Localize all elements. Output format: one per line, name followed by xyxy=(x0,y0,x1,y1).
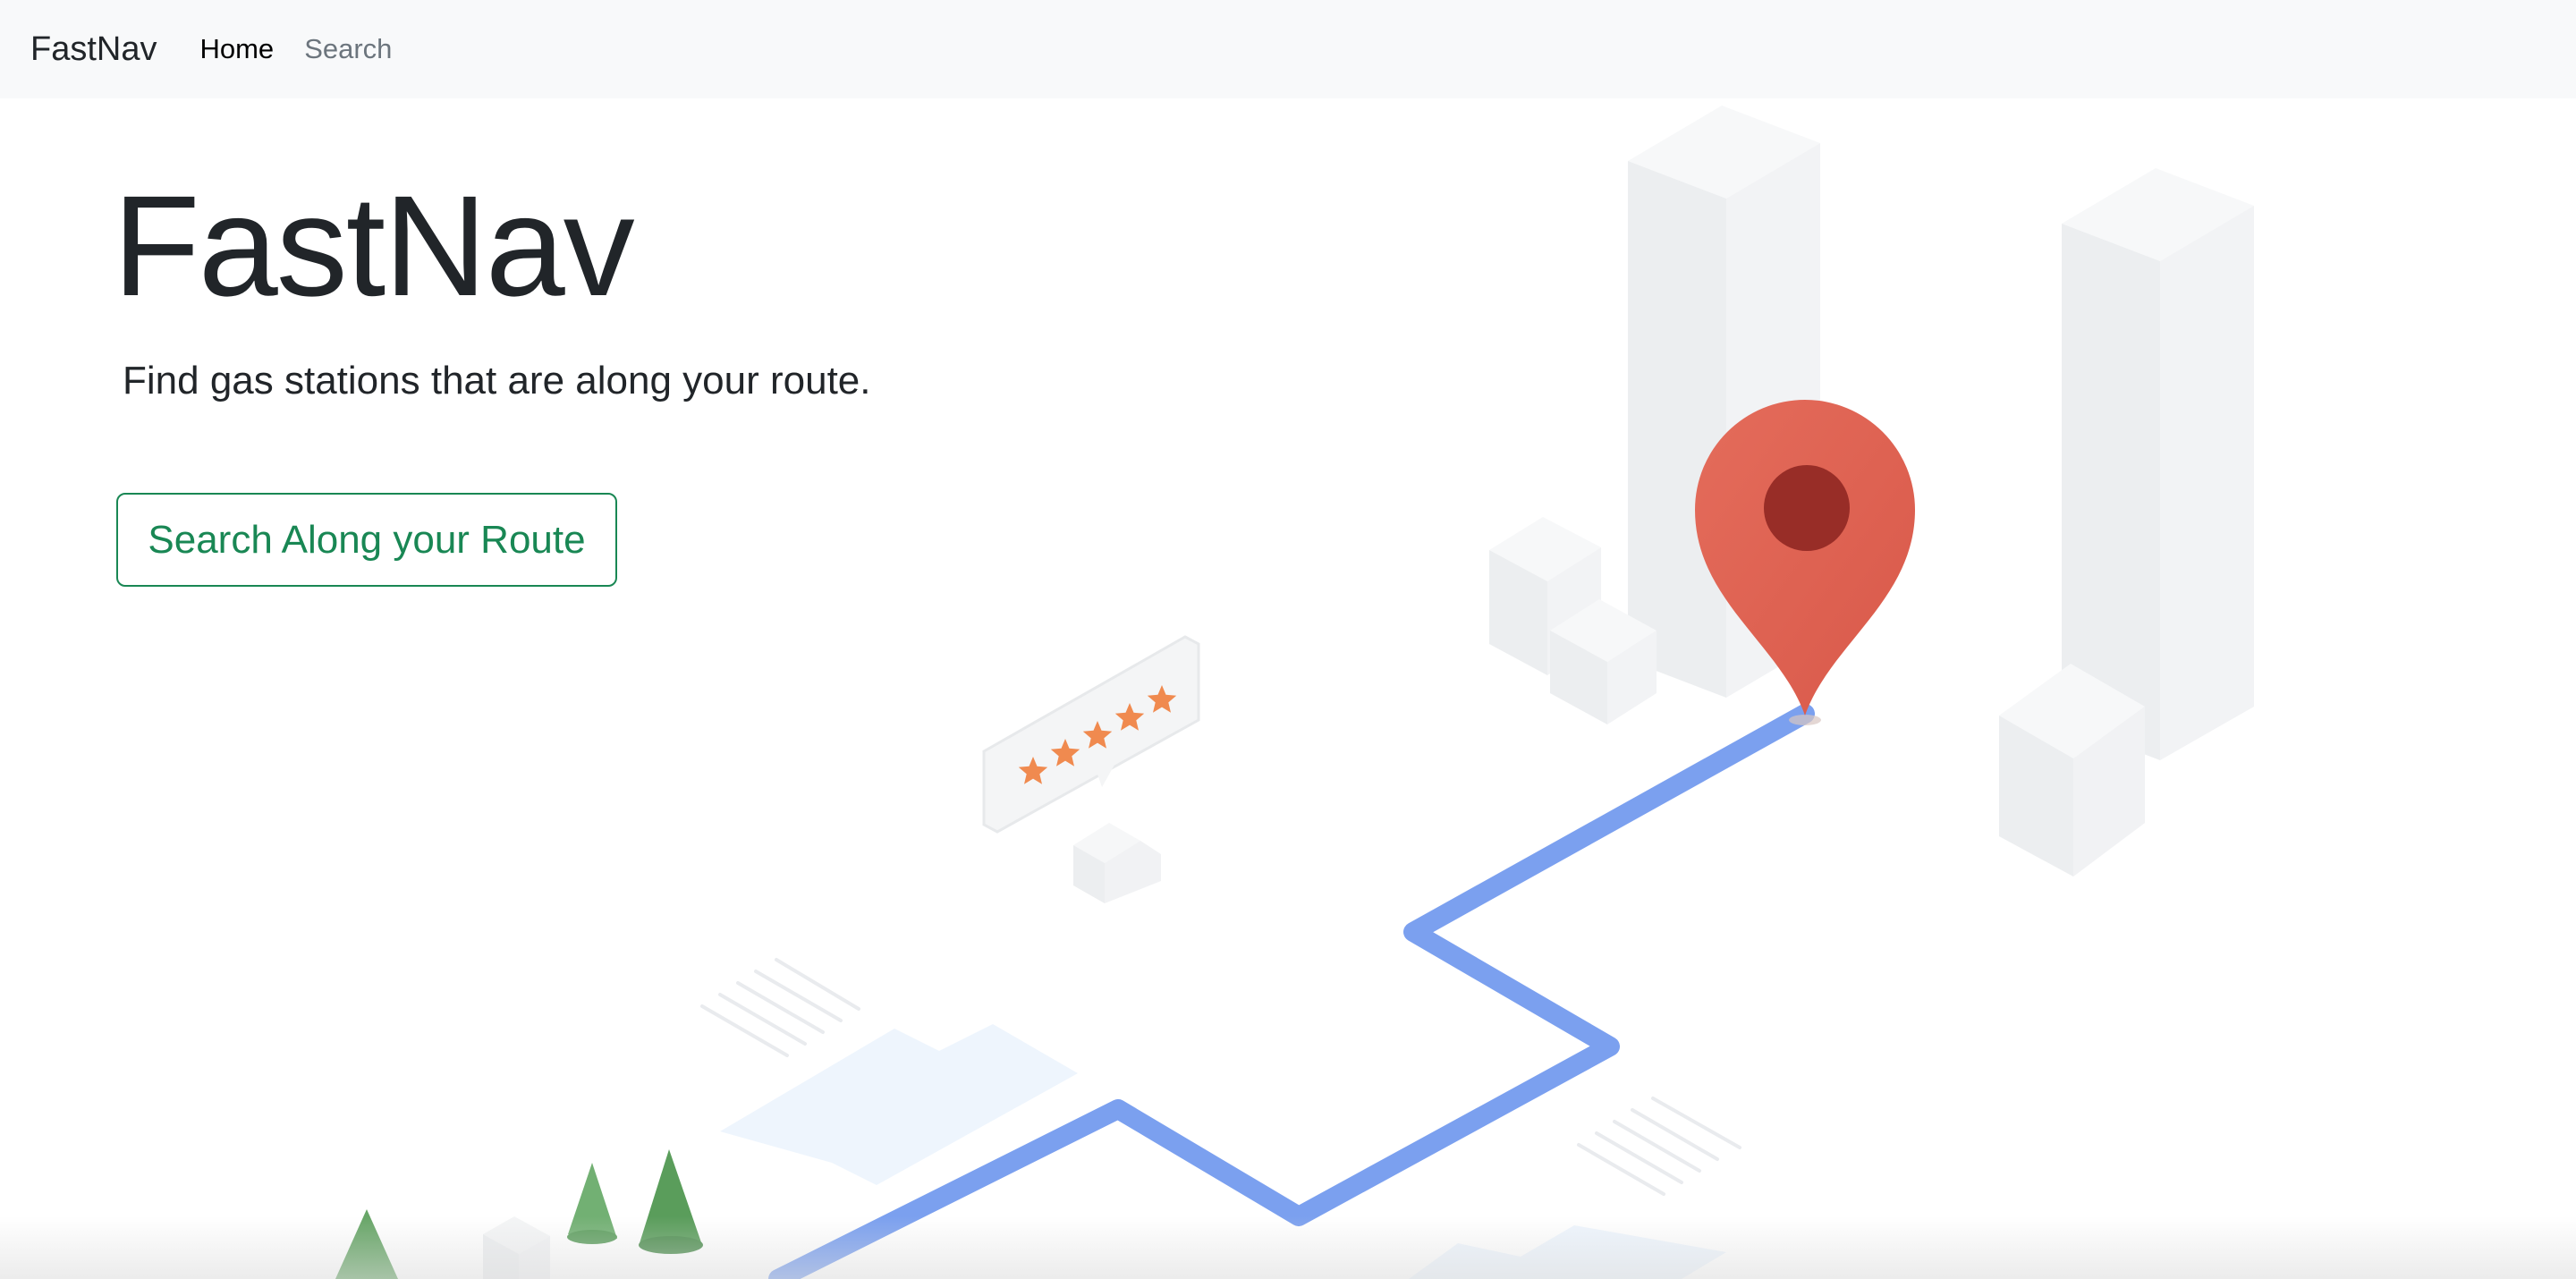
house-icon xyxy=(1073,823,1161,903)
tree-icon xyxy=(639,1149,703,1254)
building-icon xyxy=(1999,664,2145,877)
nav-link-home[interactable]: Home xyxy=(199,33,274,65)
route-line xyxy=(768,704,1815,1279)
hero-subtitle: Find gas stations that are along your ro… xyxy=(123,359,871,402)
house-icon xyxy=(483,1216,550,1279)
building-icon xyxy=(2062,168,2254,760)
hero-title: FastNav xyxy=(113,165,635,326)
tree-icon xyxy=(335,1209,398,1279)
navbar-brand[interactable]: FastNav xyxy=(30,30,157,69)
map-pad xyxy=(1409,1225,1726,1279)
search-along-route-button[interactable]: Search Along your Route xyxy=(116,493,617,587)
review-bubble xyxy=(982,635,1200,834)
tree-icon xyxy=(567,1163,617,1244)
nav-link-search[interactable]: Search xyxy=(304,33,392,65)
navbar: FastNav Home Search xyxy=(0,0,2576,98)
